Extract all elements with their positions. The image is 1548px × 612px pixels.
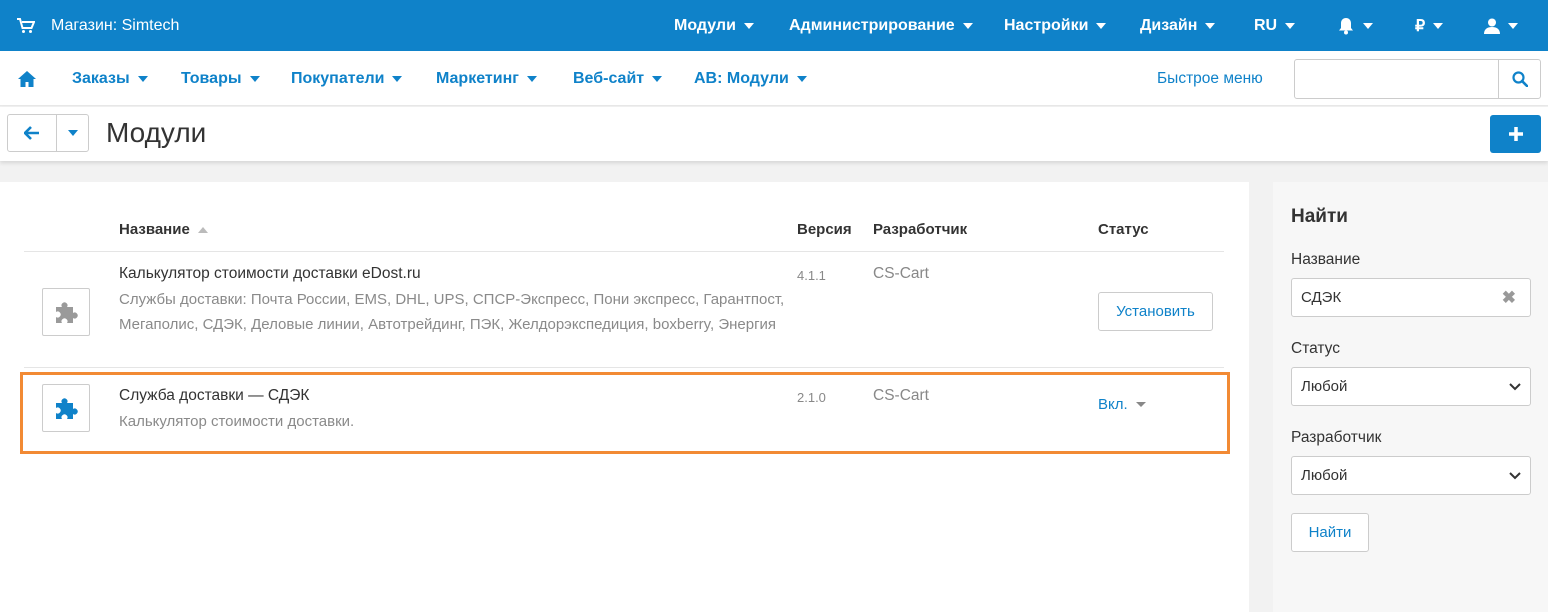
page-title: Модули [106, 117, 207, 148]
nav-customers[interactable]: Покупатели [291, 51, 403, 106]
arrow-left-icon [24, 126, 39, 140]
notifications-menu[interactable] [1337, 0, 1373, 51]
addon-version-edost: 4.1.1 [797, 268, 826, 283]
chevron-down-icon [1096, 22, 1107, 29]
add-addon-button[interactable] [1490, 115, 1541, 153]
nav-bar: Заказы Товары Покупатели Маркетинг Веб-с… [0, 51, 1548, 106]
chevron-down-icon [1205, 22, 1216, 29]
menu-design[interactable]: Дизайн [1140, 0, 1216, 51]
install-button[interactable]: Установить [1098, 292, 1213, 331]
column-version-header: Версия [797, 221, 852, 238]
column-developer-header: Разработчик [873, 221, 968, 238]
menu-administration-label: Администрирование [789, 16, 955, 34]
chevron-down-icon [1285, 22, 1296, 29]
chevron-down-icon [526, 75, 537, 82]
nav-orders[interactable]: Заказы [72, 51, 148, 106]
addon-developer-edost: CS-Cart [873, 265, 929, 282]
chevron-down-icon [652, 75, 663, 82]
status-filter-value: Любой [1301, 378, 1348, 395]
search-sidebar: Найти Название СДЭК ✖ Статус Любой Разра… [1273, 182, 1548, 612]
nav-ab-addons-label: AB: Модули [694, 69, 789, 87]
chevron-down-icon [743, 22, 754, 29]
menu-settings[interactable]: Настройки [1004, 0, 1107, 51]
name-filter-value: СДЭК [1301, 289, 1342, 306]
chevron-down-icon [1433, 22, 1444, 29]
nav-customers-label: Покупатели [291, 69, 385, 87]
addon-description-edost: Службы доставки: Почта России, EMS, DHL,… [119, 291, 785, 333]
plus-icon [1508, 127, 1523, 141]
developer-filter-label: Разработчик [1291, 429, 1382, 446]
nav-orders-label: Заказы [72, 69, 130, 87]
search-icon [1511, 71, 1528, 87]
menu-settings-label: Настройки [1004, 16, 1089, 34]
name-filter-label: Название [1291, 251, 1361, 268]
nav-marketing[interactable]: Маркетинг [436, 51, 537, 106]
sidebar-title: Найти [1291, 206, 1348, 227]
column-name-header[interactable]: Название [119, 221, 208, 238]
chevron-down-icon [1508, 22, 1518, 29]
chevron-down-icon [962, 22, 973, 29]
clear-icon[interactable]: ✖ [1502, 288, 1516, 308]
cart-icon [17, 17, 35, 33]
menu-language[interactable]: RU [1254, 0, 1296, 51]
chevron-down-icon [1509, 383, 1521, 391]
chevron-down-icon [1363, 22, 1373, 29]
search-button[interactable] [1498, 60, 1540, 98]
shop-switcher[interactable]: Магазин: Simtech [17, 0, 179, 51]
nav-products[interactable]: Товары [181, 51, 260, 106]
home-icon [18, 70, 36, 87]
menu-addons-label: Модули [674, 16, 736, 34]
name-filter-input[interactable]: СДЭК ✖ [1291, 278, 1531, 317]
home-link[interactable] [18, 51, 36, 106]
column-status-header: Статус [1098, 221, 1149, 238]
chevron-down-icon [137, 75, 148, 82]
find-button[interactable]: Найти [1291, 513, 1369, 552]
top-bar: Магазин: Simtech Модули Администрировани… [0, 0, 1548, 51]
back-button-group [7, 114, 89, 152]
currency-menu[interactable]: ₽ [1415, 0, 1444, 51]
developer-filter-value: Любой [1301, 467, 1348, 484]
addon-name-edost[interactable]: Калькулятор стоимости доставки eDost.ru [119, 265, 421, 283]
column-name-label: Название [119, 221, 190, 238]
chevron-down-icon [1509, 472, 1521, 480]
status-filter-label: Статус [1291, 340, 1340, 357]
chevron-down-icon [392, 75, 403, 82]
nav-website[interactable]: Веб-сайт [573, 51, 663, 106]
puzzle-icon [42, 288, 90, 336]
chevron-down-icon [249, 75, 260, 82]
puzzle-piece-gray [56, 302, 78, 323]
nav-ab-addons[interactable]: AB: Модули [694, 51, 807, 106]
quick-menu-label: Быстрое меню [1157, 69, 1263, 87]
history-dropdown-button[interactable] [57, 115, 88, 151]
menu-design-label: Дизайн [1140, 16, 1198, 34]
quick-menu-link[interactable]: Быстрое меню [1157, 51, 1263, 106]
menu-administration[interactable]: Администрирование [789, 0, 973, 51]
header-divider [24, 251, 1224, 252]
search-input[interactable] [1294, 59, 1541, 99]
row-divider [24, 367, 1224, 368]
user-menu[interactable] [1484, 0, 1518, 51]
back-button[interactable] [8, 115, 57, 151]
nav-website-label: Веб-сайт [573, 69, 645, 87]
menu-language-label: RU [1254, 16, 1278, 34]
shop-label: Магазин: Simtech [51, 16, 180, 34]
currency-label: ₽ [1415, 17, 1426, 35]
nav-marketing-label: Маркетинг [436, 69, 519, 87]
sort-asc-icon [197, 227, 208, 234]
developer-filter-select[interactable]: Любой [1291, 456, 1531, 495]
highlight-frame [20, 372, 1230, 454]
chevron-down-icon [796, 75, 807, 82]
chevron-down-icon [67, 130, 78, 136]
title-bar: Модули [0, 107, 1548, 161]
user-icon [1484, 18, 1500, 34]
bell-icon [1339, 17, 1353, 34]
menu-addons[interactable]: Модули [674, 0, 754, 51]
status-filter-select[interactable]: Любой [1291, 367, 1531, 406]
nav-products-label: Товары [181, 69, 242, 87]
